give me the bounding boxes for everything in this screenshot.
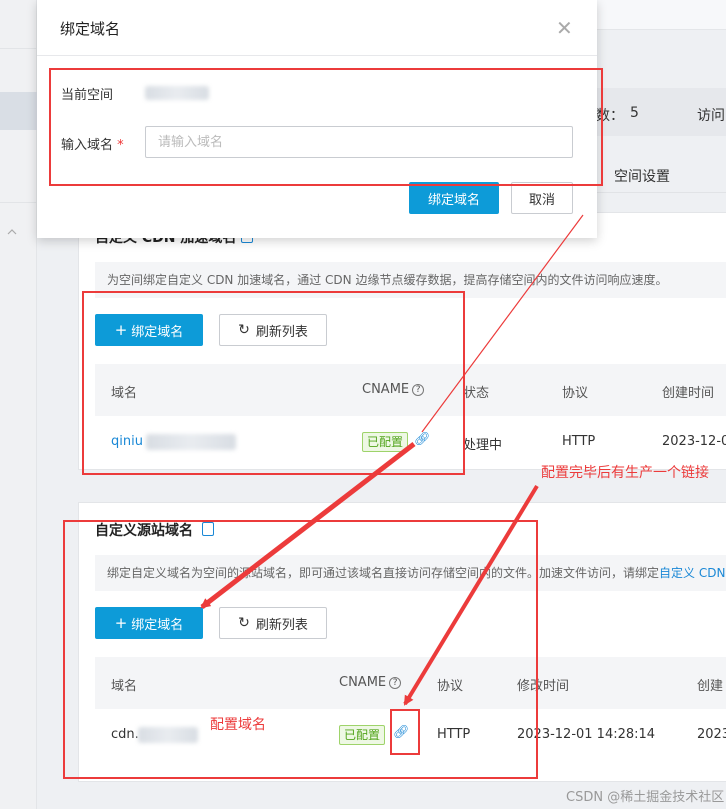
- watermark: CSDN @稀土掘金技术社区: [566, 790, 725, 805]
- arrow-to-link-icon: [403, 484, 539, 706]
- annotation-arrows: [200, 214, 584, 706]
- arrow-thin: [421, 214, 584, 433]
- arrow-thick-to-bind-button: [200, 442, 416, 609]
